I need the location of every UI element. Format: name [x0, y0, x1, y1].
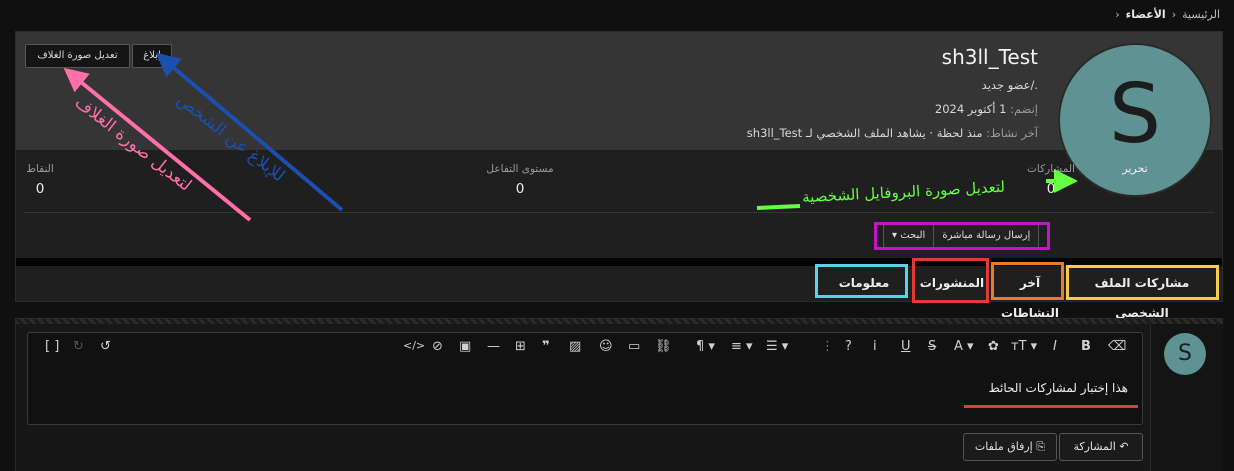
arrow-report: [155, 52, 344, 212]
arrow-edit-cover: [63, 67, 252, 222]
annotation-arrows: [63, 52, 1078, 222]
arrow-edit-avatar: [756, 204, 801, 210]
